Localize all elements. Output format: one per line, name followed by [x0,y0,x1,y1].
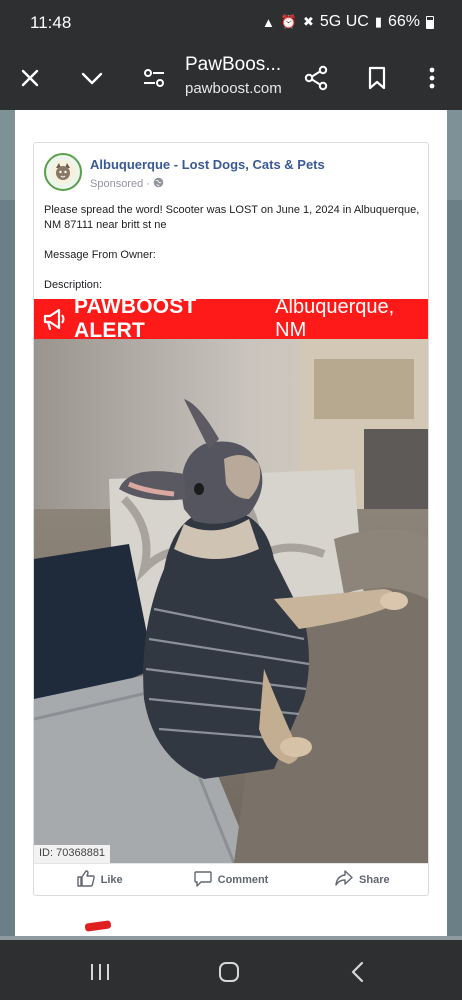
alert-brand: PAWBOOST ALERT [74,295,197,342]
close-icon[interactable] [8,56,52,100]
sponsored-label: Sponsored · [90,177,164,191]
signal-icon: ▮ [374,14,382,29]
thumbs-up-icon [76,869,95,890]
network-label: 5G UC [319,13,369,30]
phone-screen: 11:48 ▲ ⏰ ✖ 5G UC ▮ 66% PawBoos... pawbo… [0,0,462,1000]
content-card: Albuquerque - Lost Dogs, Cats & Pets Spo… [15,110,447,936]
mute-icon: ✖ [303,14,314,29]
browser-toolbar: PawBoos... pawboost.com [0,46,462,110]
notification-icon: ▲ [261,14,275,30]
facebook-post: Albuquerque - Lost Dogs, Cats & Pets Spo… [33,142,429,896]
page-settings-icon[interactable] [132,56,176,100]
share-icon[interactable] [294,56,338,100]
more-icon[interactable] [410,56,454,100]
battery-label: 66% [387,13,420,30]
comment-icon [193,870,212,890]
share-arrow-icon [335,870,353,889]
status-time: 11:48 [30,13,72,32]
comment-button[interactable]: Comment [165,870,296,890]
like-label: Like [100,873,123,886]
page-title[interactable]: PawBoos... [185,54,281,76]
nav-divider [0,936,462,940]
alert-location: Albuquerque, NM [275,296,395,341]
share-button[interactable]: Share [297,870,428,889]
chevron-down-icon[interactable] [70,56,114,100]
back-icon[interactable] [336,950,380,994]
home-icon[interactable] [207,950,251,994]
alarm-icon: ⏰ [280,14,297,29]
post-line-2: Message From Owner: [44,249,156,261]
lost-dog-photo[interactable]: ID: 70368881 [34,339,428,863]
android-nav-bar [0,936,462,1000]
photo-id-label: ID: 70368881 [34,845,111,863]
post-actions: Like Comment Share [34,863,428,895]
web-page: Albuquerque - Lost Dogs, Cats & Pets Spo… [0,110,462,936]
like-button[interactable]: Like [34,869,165,890]
dot-separator: · [146,178,150,190]
group-name-link[interactable]: Albuquerque - Lost Dogs, Cats & Pets [90,157,325,172]
megaphone-icon [42,306,68,332]
red-marker [84,920,112,932]
sponsored-text: Sponsored [90,178,144,190]
status-indicators: ▲ ⏰ ✖ 5G UC ▮ 66% [262,13,434,31]
globe-icon [153,177,164,191]
recent-apps-icon[interactable] [78,950,122,994]
dog-photo-illustration [34,339,428,863]
page-domain[interactable]: pawboost.com [185,80,282,97]
post-body: Please spread the word! Scooter was LOST… [44,203,420,308]
comment-label: Comment [217,873,269,886]
pawboost-alert-banner[interactable]: PAWBOOST ALERT Albuquerque, NM [34,295,428,342]
post-line-1: Please spread the word! Scooter was LOST… [44,204,420,231]
battery-icon [426,15,434,29]
bookmark-icon[interactable] [355,56,399,100]
post-line-3: Description: [44,279,103,291]
group-avatar[interactable] [44,153,82,191]
share-label: Share [359,873,390,886]
status-bar: 11:48 ▲ ⏰ ✖ 5G UC ▮ 66% [0,0,462,46]
